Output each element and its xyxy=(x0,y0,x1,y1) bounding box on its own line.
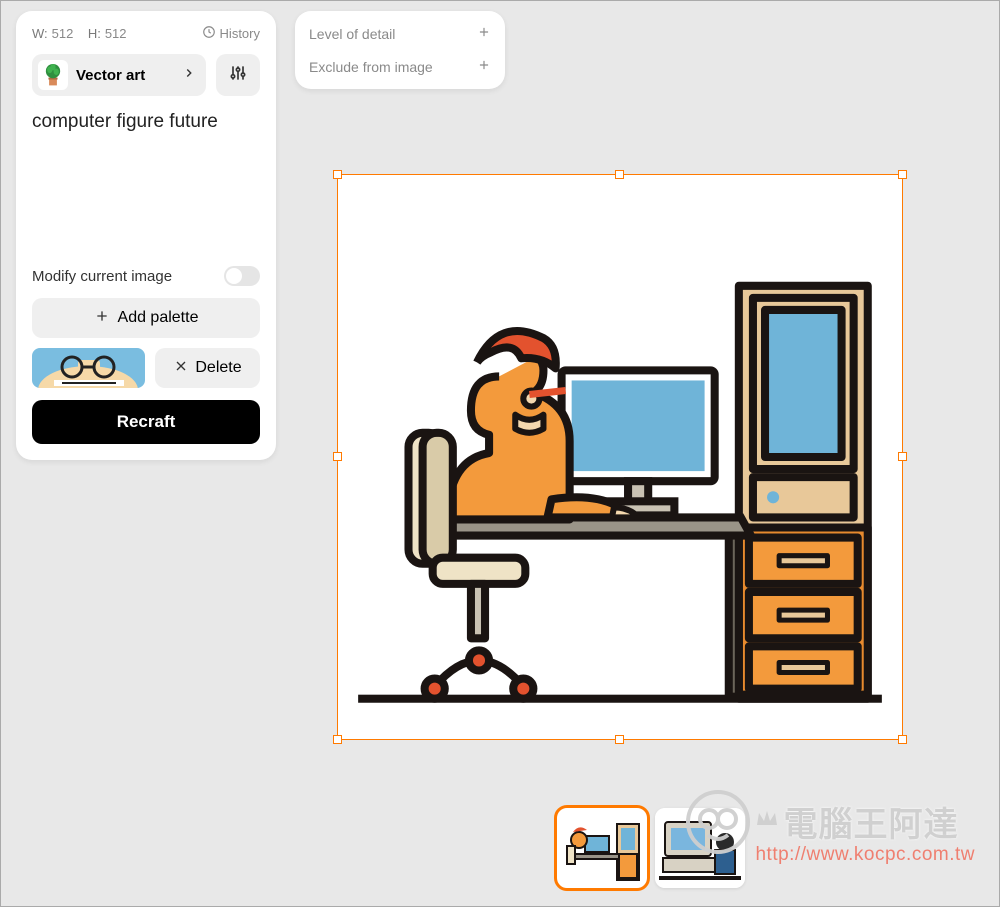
delete-label: Delete xyxy=(195,359,241,377)
plus-icon xyxy=(94,308,110,329)
height-label: H: xyxy=(88,26,101,41)
advanced-options: Level of detail Exclude from image xyxy=(295,11,505,89)
watermark-title: 電腦王阿達 xyxy=(783,806,958,844)
thumbnail-2[interactable] xyxy=(655,808,745,888)
clock-icon xyxy=(202,25,216,42)
close-icon xyxy=(173,358,189,379)
selection-outline xyxy=(337,174,903,740)
style-thumb xyxy=(38,60,68,90)
resize-handle-b[interactable] xyxy=(615,735,624,744)
modify-row: Modify current image xyxy=(32,266,260,286)
resize-handle-l[interactable] xyxy=(333,452,342,461)
exclude-button[interactable]: Exclude from image xyxy=(303,50,497,83)
filters-button[interactable] xyxy=(216,54,260,96)
plus-icon xyxy=(477,25,491,42)
settings-panel: W:512 H:512 History Vecto xyxy=(16,11,276,460)
recraft-button[interactable]: Recraft xyxy=(32,400,260,444)
resize-handle-tl[interactable] xyxy=(333,170,342,179)
add-palette-button[interactable]: Add palette xyxy=(32,298,260,338)
resize-handle-t[interactable] xyxy=(615,170,624,179)
height-value: 512 xyxy=(105,26,127,41)
thumbnail-strip xyxy=(557,808,745,888)
history-label: History xyxy=(220,26,260,41)
modify-label: Modify current image xyxy=(32,268,172,285)
sliders-icon xyxy=(228,63,248,88)
resize-handle-r[interactable] xyxy=(898,452,907,461)
width-label: W: xyxy=(32,26,48,41)
plus-icon xyxy=(477,58,491,75)
watermark-url: http://www.kocpc.com.tw xyxy=(755,844,975,866)
thumbnail-1[interactable] xyxy=(557,808,647,888)
watermark: 電腦王阿達 http://www.kocpc.com.tw xyxy=(755,797,975,866)
delete-palette-button[interactable]: Delete xyxy=(155,348,260,388)
modify-toggle[interactable] xyxy=(224,266,260,286)
chevron-right-icon xyxy=(182,66,196,85)
width-value: 512 xyxy=(52,26,74,41)
crown-icon xyxy=(755,797,779,836)
exclude-label: Exclude from image xyxy=(309,59,433,75)
resize-handle-bl[interactable] xyxy=(333,735,342,744)
style-row: Vector art xyxy=(32,54,260,96)
style-name: Vector art xyxy=(76,67,174,84)
resize-handle-br[interactable] xyxy=(898,735,907,744)
style-selector[interactable]: Vector art xyxy=(32,54,206,96)
palette-thumb[interactable] xyxy=(32,348,145,388)
palette-row: Delete xyxy=(32,348,260,388)
dimensions-readout[interactable]: W: 512 H: 512 xyxy=(32,26,127,41)
level-of-detail-button[interactable]: Level of detail xyxy=(303,17,497,50)
panel-top-row: W: 512 H: 512 History xyxy=(32,25,260,42)
add-palette-label: Add palette xyxy=(118,309,199,327)
prompt-input[interactable]: computer figure future xyxy=(32,110,260,260)
resize-handle-tr[interactable] xyxy=(898,170,907,179)
level-of-detail-label: Level of detail xyxy=(309,26,395,42)
canvas-selection[interactable] xyxy=(337,174,903,740)
history-button[interactable]: History xyxy=(202,25,260,42)
